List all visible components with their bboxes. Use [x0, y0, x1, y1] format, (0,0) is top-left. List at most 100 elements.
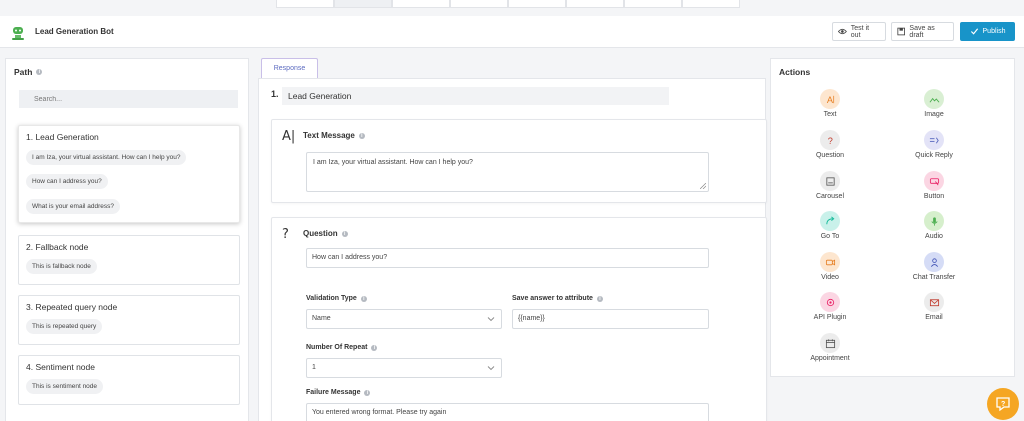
number-of-repeat-label-text: Number Of Repeat — [306, 344, 368, 351]
info-icon[interactable]: i — [360, 295, 367, 302]
publish-button[interactable]: Publish — [960, 22, 1015, 41]
action-button[interactable]: Button — [889, 171, 979, 200]
action-label: Quick Reply — [915, 152, 953, 159]
info-icon[interactable]: i — [358, 132, 365, 139]
action-quick-reply[interactable]: Quick Reply — [889, 130, 979, 159]
node-title: 2. Fallback node — [26, 242, 89, 252]
publish-label: Publish — [982, 28, 1006, 35]
node-message-chip: This is fallback node — [26, 259, 97, 274]
text-icon: A| — [282, 129, 296, 144]
top-tab[interactable] — [276, 0, 334, 8]
button-icon — [924, 171, 944, 191]
text-message-title: Text Message i — [303, 131, 365, 140]
tab-response[interactable]: Response — [261, 58, 318, 78]
question-card: ? Question i How can I address you? Vali… — [271, 217, 767, 421]
save-attribute-input[interactable]: {{name}} — [512, 309, 709, 329]
path-title-text: Path — [14, 67, 33, 77]
validation-type-value: Name — [312, 315, 331, 322]
info-icon[interactable]: i — [36, 69, 43, 75]
app-header: Lead Generation Bot Test it out Save as … — [0, 16, 1024, 48]
validation-type-label: Validation Type i — [306, 295, 367, 302]
text-message-value: I am Iza, your virtual assistant. How ca… — [313, 159, 473, 166]
help-chat-icon: ? — [996, 397, 1010, 412]
action-email[interactable]: Email — [889, 292, 979, 321]
save-as-draft-button[interactable]: Save as draft — [891, 22, 954, 41]
top-tab[interactable] — [682, 0, 740, 8]
chevron-down-icon — [487, 317, 495, 322]
actions-panel: Actions A Text Image ? Question Quick Re… — [770, 58, 1015, 377]
action-label: Text — [823, 111, 837, 118]
number-of-repeat-label: Number Of Repeat i — [306, 344, 378, 351]
audio-icon — [924, 211, 944, 231]
help-chat-button[interactable]: ? — [987, 388, 1019, 420]
question-input[interactable]: How can I address you? — [306, 248, 709, 268]
text-message-title-text: Text Message — [303, 131, 355, 140]
failure-message-label: Failure Message i — [306, 389, 371, 396]
action-chat-transfer[interactable]: Chat Transfer — [889, 252, 979, 281]
top-tab[interactable] — [508, 0, 566, 8]
email-icon — [924, 292, 944, 312]
save-attribute-label: Save answer to attribute i — [512, 295, 603, 302]
text-message-textarea[interactable]: I am Iza, your virtual assistant. How ca… — [306, 152, 709, 192]
action-appointment[interactable]: Appointment — [785, 333, 875, 362]
info-icon[interactable]: i — [341, 230, 348, 237]
test-it-out-button[interactable]: Test it out — [832, 22, 886, 41]
text-icon: A — [820, 89, 840, 109]
top-tab[interactable] — [566, 0, 624, 8]
carousel-icon — [820, 171, 840, 191]
step-name-input[interactable]: Lead Generation — [282, 87, 669, 105]
video-icon — [820, 252, 840, 272]
info-icon[interactable]: i — [371, 344, 378, 351]
action-question[interactable]: ? Question — [785, 130, 875, 159]
path-node-repeated-query[interactable]: 3. Repeated query node This is repeated … — [18, 295, 240, 345]
path-panel: Path i 1. Lead Generation I am Iza, your… — [5, 58, 249, 421]
save-icon — [897, 27, 906, 36]
action-carousel[interactable]: Carousel — [785, 171, 875, 200]
action-image[interactable]: Image — [889, 89, 979, 118]
actions-title: Actions — [779, 67, 811, 77]
node-message-chip: This is sentiment node — [26, 379, 104, 394]
action-label: Appointment — [810, 355, 850, 362]
path-node-fallback[interactable]: 2. Fallback node This is fallback node — [18, 235, 240, 285]
goto-icon — [820, 211, 840, 231]
top-tab[interactable] — [624, 0, 682, 8]
svg-text:?: ? — [1001, 401, 1005, 408]
node-message-chip: What is your email address? — [26, 199, 121, 214]
action-text[interactable]: A Text — [785, 89, 875, 118]
action-label: Chat Transfer — [912, 274, 956, 281]
svg-text:A: A — [826, 95, 833, 105]
node-title: 4. Sentiment node — [26, 362, 95, 372]
path-search-input[interactable] — [19, 90, 238, 108]
top-tab-strip — [276, 0, 740, 8]
node-message-chip: I am Iza, your virtual assistant. How ca… — [26, 150, 187, 165]
failure-message-input[interactable]: You entered wrong format. Please try aga… — [306, 403, 709, 421]
quick-reply-icon — [924, 130, 944, 150]
action-api-plugin[interactable]: API Plugin — [785, 292, 875, 321]
validation-type-select[interactable]: Name — [306, 309, 502, 329]
action-label: Video — [821, 274, 839, 281]
action-video[interactable]: Video — [785, 252, 875, 281]
resize-handle-icon[interactable] — [700, 183, 706, 189]
number-of-repeat-select[interactable]: 1 — [306, 358, 502, 378]
question-title-text: Question — [303, 229, 338, 238]
top-tab-active[interactable] — [334, 0, 392, 8]
check-icon — [970, 28, 978, 35]
svg-text:?: ? — [827, 136, 832, 146]
top-tab[interactable] — [392, 0, 450, 8]
action-label: Carousel — [815, 193, 844, 200]
info-icon[interactable]: i — [596, 295, 603, 302]
path-title: Path i — [14, 67, 43, 77]
action-go-to[interactable]: Go To — [785, 211, 875, 240]
action-audio[interactable]: Audio — [889, 211, 979, 240]
failure-message-label-text: Failure Message — [306, 389, 361, 396]
info-icon[interactable]: i — [364, 389, 371, 396]
save-as-draft-label: Save as draft — [909, 24, 935, 39]
action-label: Question — [815, 152, 845, 159]
path-node-sentiment[interactable]: 4. Sentiment node This is sentiment node — [18, 355, 240, 405]
action-label: Audio — [925, 233, 943, 240]
top-tab[interactable] — [450, 0, 508, 8]
node-title: 1. Lead Generation — [26, 132, 99, 142]
api-plugin-icon — [820, 292, 840, 312]
question-icon: ? — [282, 227, 289, 242]
path-node-lead-generation[interactable]: 1. Lead Generation I am Iza, your virtua… — [18, 125, 240, 223]
